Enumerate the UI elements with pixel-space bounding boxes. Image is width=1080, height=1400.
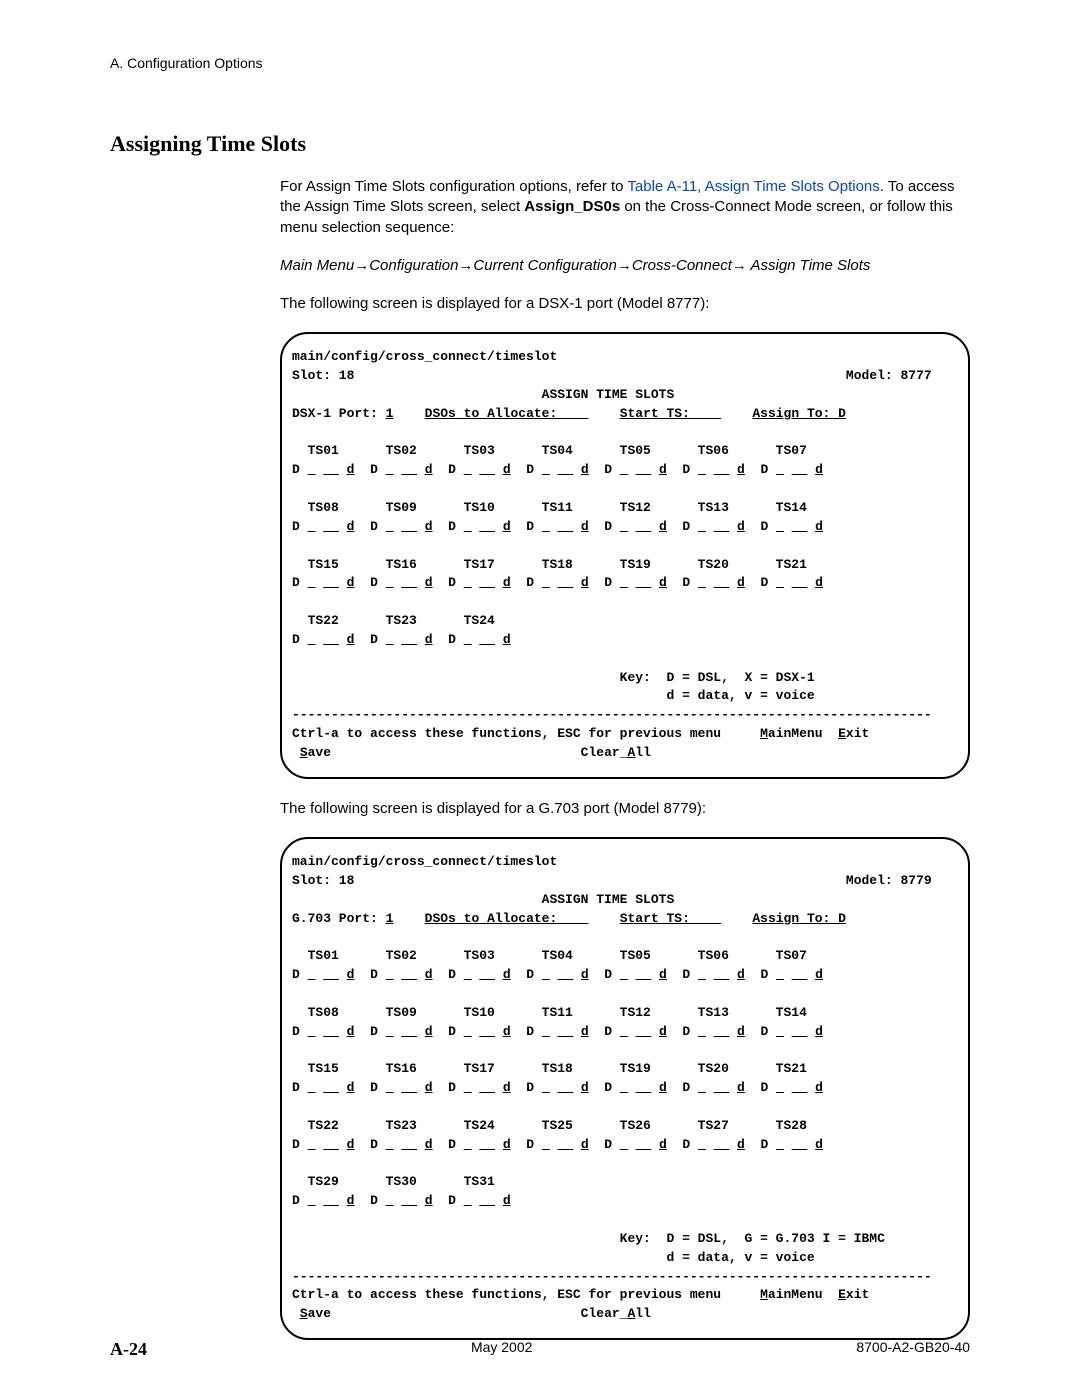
section-heading: Assigning Time Slots (110, 131, 970, 157)
page-header: A. Configuration Options (110, 55, 970, 71)
menu-sequence: Main Menu→Configuration→Current Configur… (280, 256, 970, 276)
page-number: A-24 (110, 1339, 147, 1360)
intro-paragraph: For Assign Time Slots configuration opti… (280, 177, 970, 238)
link-table-a11[interactable]: Table A-11, Assign Time Slots Options (627, 178, 879, 195)
screen2-caption: The following screen is displayed for a … (280, 799, 970, 819)
footer-date: May 2002 (471, 1339, 532, 1360)
screen1-caption: The following screen is displayed for a … (280, 294, 970, 314)
cmd-assign-ds0s: Assign_DS0s (524, 198, 620, 215)
page-footer: A-24 May 2002 8700-A2-GB20-40 (110, 1339, 970, 1360)
terminal-screen-g703: main/config/cross_connect/timeslot Slot:… (280, 837, 970, 1340)
intro-part1: For Assign Time Slots configuration opti… (280, 178, 627, 195)
terminal-screen-dsx1: main/config/cross_connect/timeslot Slot:… (280, 332, 970, 779)
section-label: A. Configuration Options (110, 55, 263, 71)
footer-docid: 8700-A2-GB20-40 (856, 1339, 970, 1360)
